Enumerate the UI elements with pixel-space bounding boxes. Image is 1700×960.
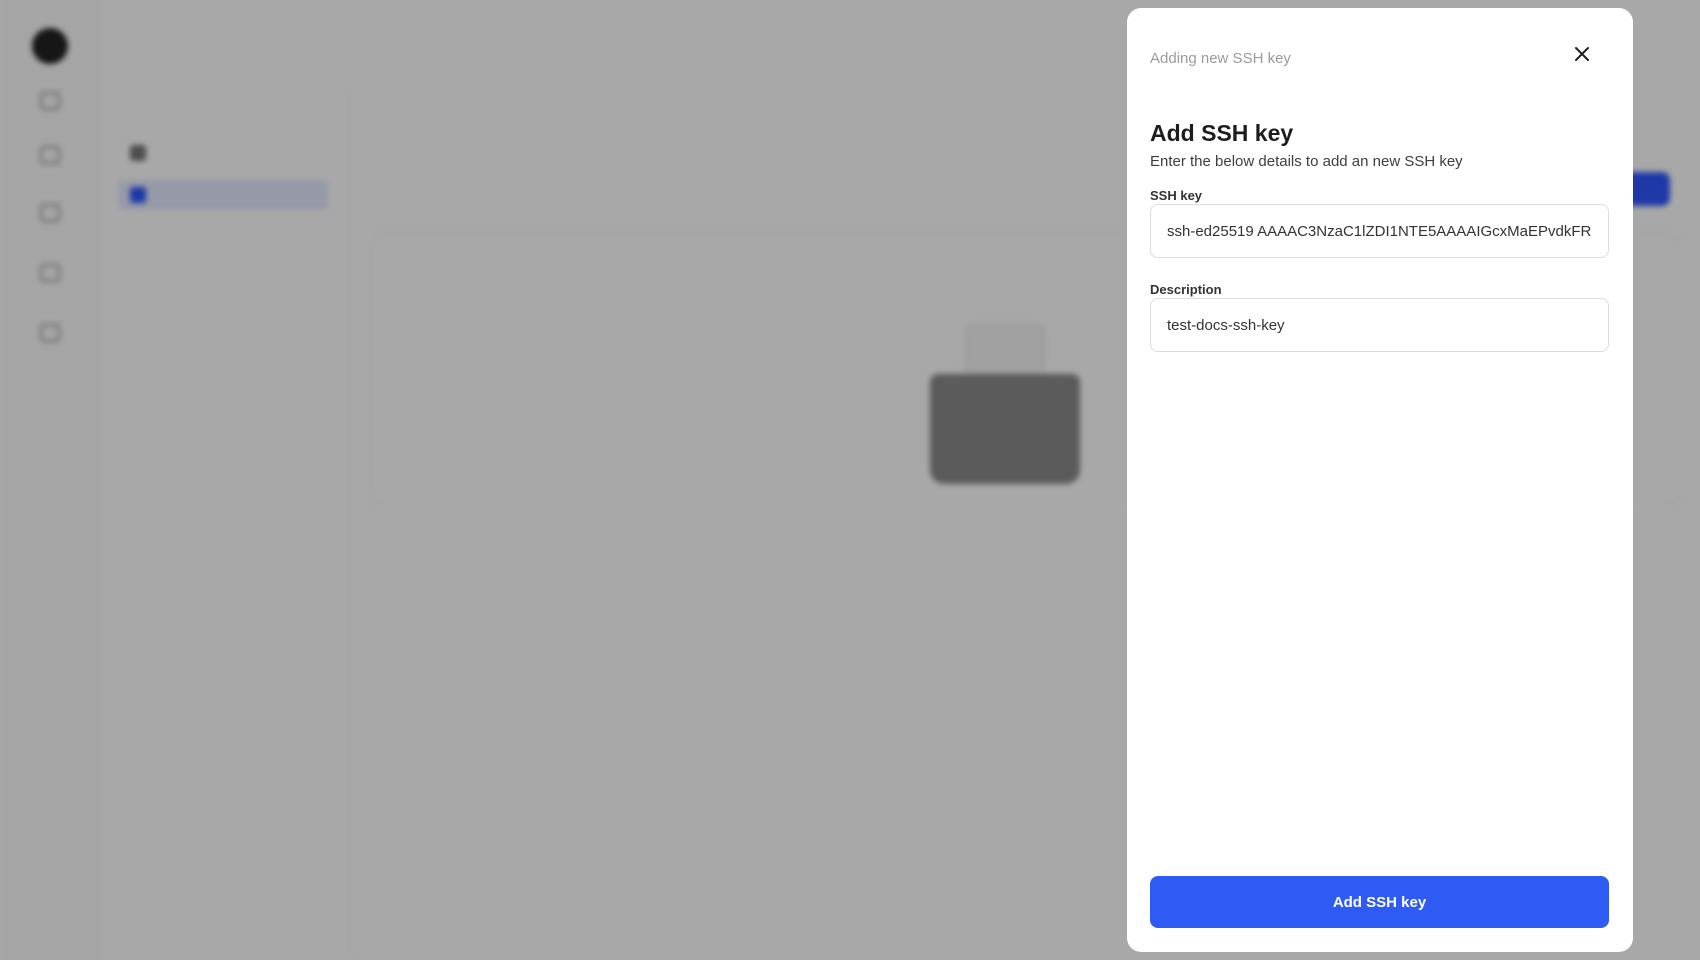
description-label: Description — [1150, 282, 1222, 297]
close-icon — [1575, 47, 1589, 61]
description-input[interactable] — [1150, 298, 1609, 352]
add-ssh-key-modal: Adding new SSH key Add SSH key Enter the… — [1127, 8, 1633, 952]
ssh-key-label: SSH key — [1150, 188, 1203, 203]
add-ssh-key-button[interactable]: Add SSH key — [1150, 876, 1609, 928]
modal-description: Enter the below details to add an new SS… — [1150, 153, 1463, 170]
modal-breadcrumb: Adding new SSH key — [1150, 50, 1291, 67]
ssh-key-input[interactable] — [1150, 204, 1609, 258]
close-button[interactable] — [1568, 40, 1596, 68]
modal-title: Add SSH key — [1150, 120, 1294, 146]
